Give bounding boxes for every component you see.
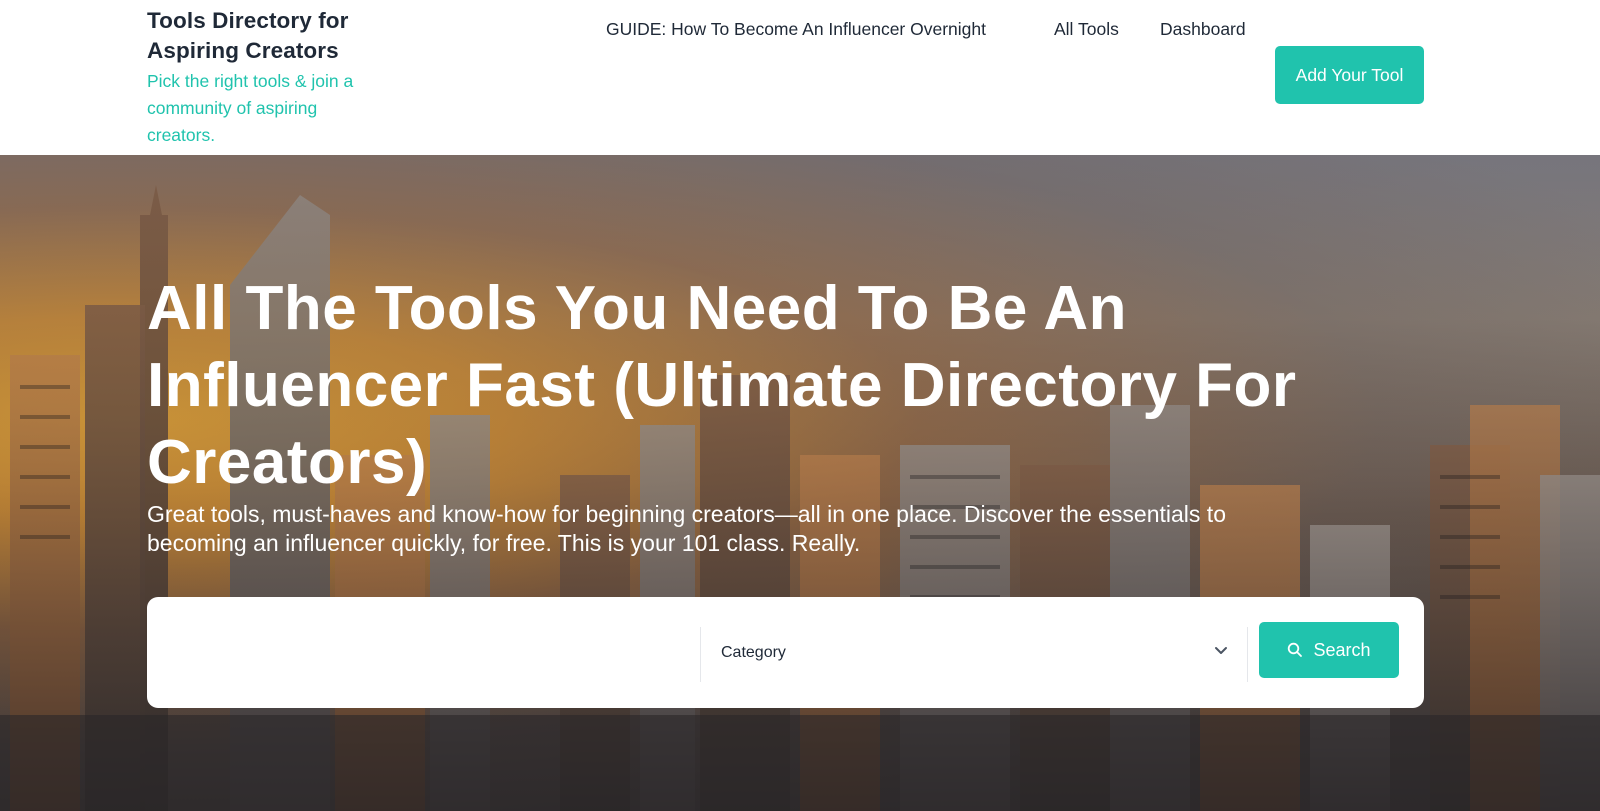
- nav-link-dashboard[interactable]: Dashboard: [1160, 19, 1246, 40]
- search-button[interactable]: Search: [1259, 622, 1399, 678]
- hero-section: All The Tools You Need To Be An Influenc…: [0, 155, 1600, 811]
- nav-link-all-tools[interactable]: All Tools: [1054, 19, 1119, 40]
- add-your-tool-button[interactable]: Add Your Tool: [1275, 46, 1424, 104]
- search-button-label: Search: [1313, 639, 1371, 660]
- category-select-value: Category: [721, 643, 786, 661]
- hero-subtitle: Great tools, must-haves and know-how for…: [147, 501, 1226, 556]
- hero-title: All The Tools You Need To Be An Influenc…: [147, 274, 1297, 497]
- site-tagline: Pick the right tools & join a community …: [147, 71, 354, 145]
- chevron-down-icon: [1215, 647, 1227, 654]
- search-icon: [1288, 642, 1303, 657]
- keyword-search-input[interactable]: [147, 597, 700, 708]
- site-title[interactable]: Tools Directory for Aspiring Creators: [147, 6, 377, 66]
- brand[interactable]: Tools Directory for Aspiring Creators Pi…: [147, 6, 377, 149]
- search-divider: [1247, 627, 1248, 682]
- search-bar: Category Search: [147, 597, 1424, 708]
- site-header: Tools Directory for Aspiring Creators Pi…: [0, 0, 1600, 155]
- nav-link-guide[interactable]: GUIDE: How To Become An Influencer Overn…: [606, 19, 986, 40]
- category-select[interactable]: Category: [701, 597, 1251, 708]
